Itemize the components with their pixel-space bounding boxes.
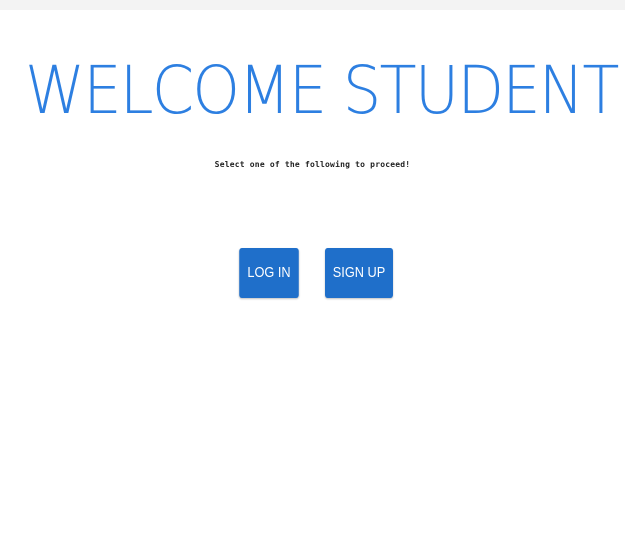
page-subtitle: Select one of the following to proceed! <box>214 160 411 169</box>
welcome-page: WELCOME STUDENT Select one of the follow… <box>0 0 625 554</box>
top-bar <box>0 0 625 10</box>
sign-up-button[interactable]: SIGN UP <box>325 248 393 298</box>
log-in-button[interactable]: LOG IN <box>239 248 299 298</box>
page-title: WELCOME STUDENT <box>25 52 619 129</box>
